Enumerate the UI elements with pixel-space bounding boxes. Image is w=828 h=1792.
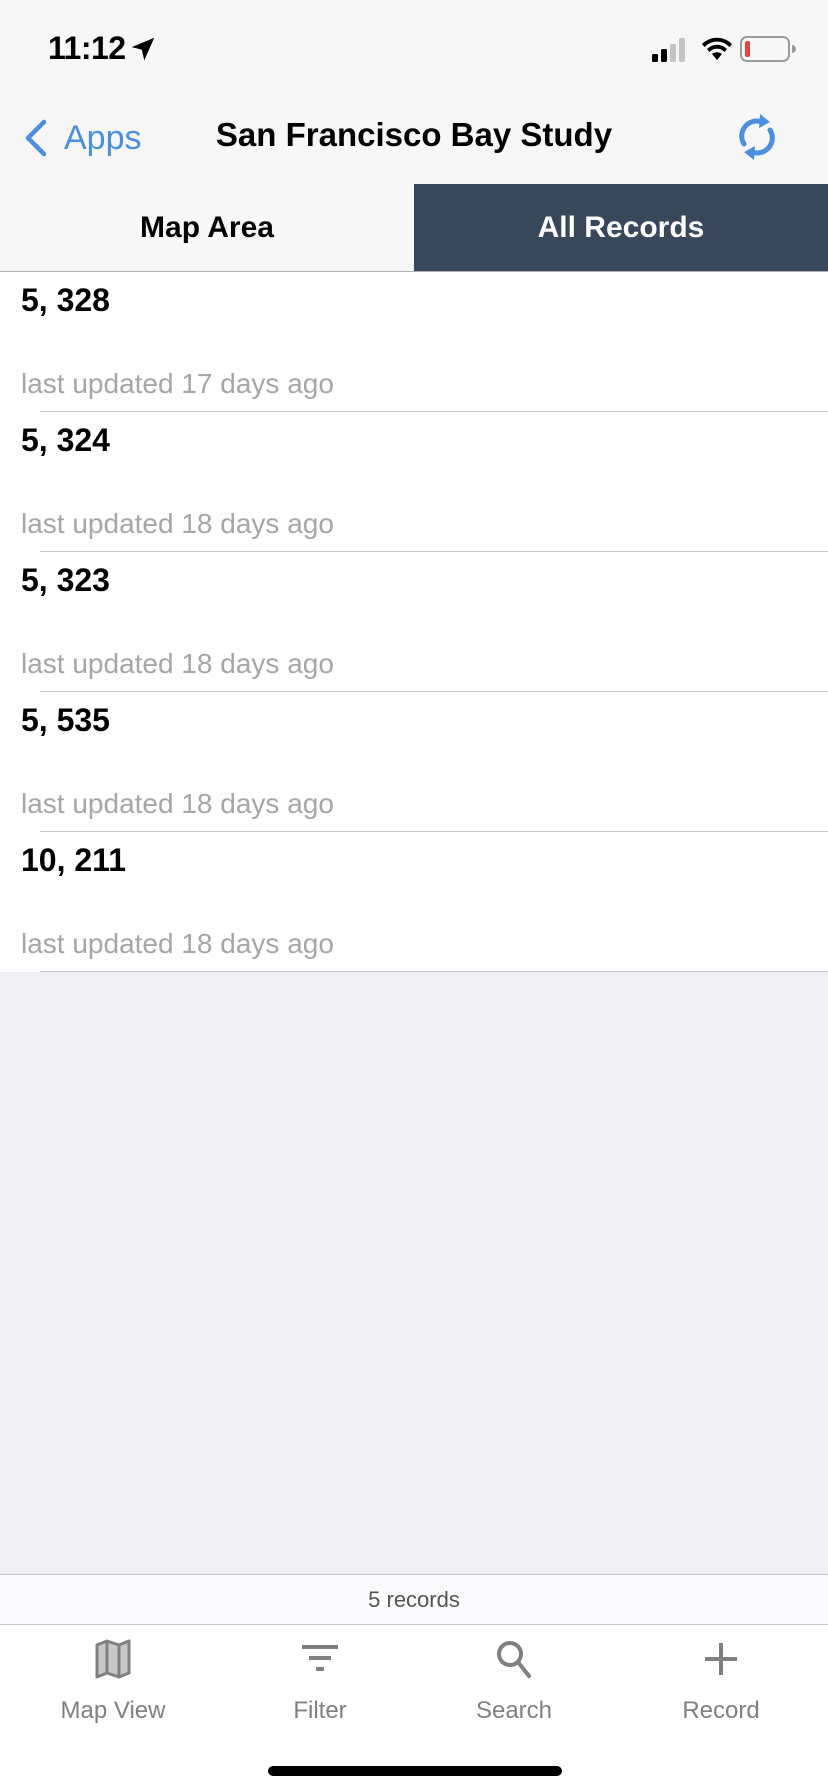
filter-icon [302, 1645, 338, 1671]
record-list: 5, 328 last updated 17 days ago 5, 324 l… [0, 272, 828, 972]
record-updated: last updated 18 days ago [21, 928, 334, 959]
list-item[interactable]: 5, 323 last updated 18 days ago [0, 552, 828, 692]
cellular-signal-icon [652, 38, 685, 62]
back-label: Apps [64, 118, 142, 157]
record-title: 10, 211 [21, 842, 126, 878]
record-updated: last updated 17 days ago [21, 368, 334, 399]
wifi-icon [702, 37, 732, 60]
record-title: 5, 535 [21, 702, 110, 738]
list-item[interactable]: 5, 535 last updated 18 days ago [0, 692, 828, 832]
nav-bar: Apps San Francisco Bay Study [0, 92, 828, 184]
tab-label: Record [682, 1697, 760, 1724]
tab-map-area[interactable]: Map Area [0, 184, 414, 271]
location-arrow-icon [131, 37, 155, 61]
list-item[interactable]: 5, 324 last updated 18 days ago [0, 412, 828, 552]
record-title: 5, 323 [21, 562, 110, 598]
battery-low-icon [740, 36, 796, 62]
status-bar: 11:12 [0, 0, 828, 92]
back-button[interactable]: Apps [22, 114, 142, 162]
records-count-label: 5 records [368, 1586, 460, 1612]
record-updated: last updated 18 days ago [21, 648, 334, 679]
plus-icon [705, 1643, 737, 1675]
tab-label: Map View [60, 1697, 166, 1724]
map-icon [95, 1639, 131, 1679]
record-title: 5, 328 [21, 282, 110, 318]
sync-icon[interactable] [732, 108, 782, 166]
record-title: 5, 324 [21, 422, 110, 458]
record-updated: last updated 18 days ago [21, 788, 334, 819]
list-item[interactable]: 5, 328 last updated 17 days ago [0, 272, 828, 412]
records-count: 5 records [0, 1574, 828, 1625]
segmented-control: Map Area All Records [0, 184, 828, 272]
tab-map-view[interactable]: Map View [0, 1625, 226, 1792]
tab-all-records[interactable]: All Records [414, 184, 828, 271]
search-icon [497, 1641, 531, 1678]
chevron-left-icon [25, 119, 47, 157]
list-item[interactable]: 10, 211 last updated 18 days ago [0, 832, 828, 972]
record-updated: last updated 18 days ago [21, 508, 334, 539]
tab-label: Search [475, 1697, 553, 1724]
home-indicator[interactable] [268, 1766, 562, 1776]
tab-label: Filter [293, 1697, 347, 1724]
status-time: 11:12 [48, 30, 126, 66]
tab-record[interactable]: Record [614, 1625, 828, 1792]
